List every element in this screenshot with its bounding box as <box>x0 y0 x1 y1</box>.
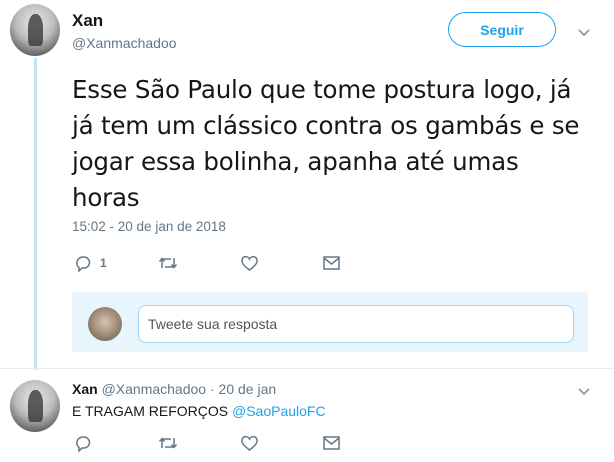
reply-count: 1 <box>100 256 107 270</box>
author-name[interactable]: Xan <box>72 11 103 31</box>
retweet-action[interactable] <box>158 254 178 272</box>
divider <box>0 368 614 369</box>
reply-icon <box>74 254 92 272</box>
like-action[interactable] <box>240 254 259 272</box>
like-icon <box>240 254 259 272</box>
retweet-icon <box>158 254 178 272</box>
chevron-down-icon[interactable] <box>575 383 593 401</box>
reply-text-body: E TRAGAM REFORÇOS <box>72 403 229 419</box>
reply-tweet-dm-action[interactable] <box>322 435 341 451</box>
dm-action[interactable] <box>322 255 341 271</box>
reply-input[interactable]: Tweete sua resposta <box>138 305 574 343</box>
dm-icon <box>322 435 341 451</box>
reply-author-name[interactable]: Xan <box>72 381 98 397</box>
reply-tweet-retweet-action[interactable] <box>158 434 178 452</box>
thread-line <box>34 58 37 370</box>
chevron-down-icon[interactable] <box>575 24 593 42</box>
mention-link[interactable]: @SaoPauloFC <box>232 403 326 419</box>
retweet-icon <box>158 434 178 452</box>
reply-icon <box>74 434 92 452</box>
reply-header: Xan @Xanmachadoo · 20 de jan <box>72 381 276 397</box>
reply-author-handle[interactable]: @Xanmachadoo <box>102 381 207 397</box>
current-user-avatar <box>88 307 122 341</box>
header-separator: · <box>209 381 215 397</box>
follow-button[interactable]: Seguir <box>448 12 556 47</box>
reply-date[interactable]: 20 de jan <box>219 381 277 397</box>
tweet-timestamp[interactable]: 15:02 - 20 de jan de 2018 <box>72 219 226 234</box>
reply-action[interactable]: 1 <box>74 254 107 272</box>
tweet-text: Esse São Paulo que tome postura logo, já… <box>72 75 580 212</box>
dm-icon <box>322 255 341 271</box>
reply-author-avatar[interactable] <box>10 380 60 432</box>
reply-tweet-reply-action[interactable] <box>74 434 92 452</box>
reply-text: E TRAGAM REFORÇOS @SaoPauloFC <box>72 403 326 419</box>
like-icon <box>240 434 259 452</box>
reply-placeholder: Tweete sua resposta <box>148 316 278 332</box>
author-avatar[interactable] <box>10 4 60 56</box>
author-handle[interactable]: @Xanmachadoo <box>72 35 177 51</box>
reply-tweet-like-action[interactable] <box>240 434 259 452</box>
